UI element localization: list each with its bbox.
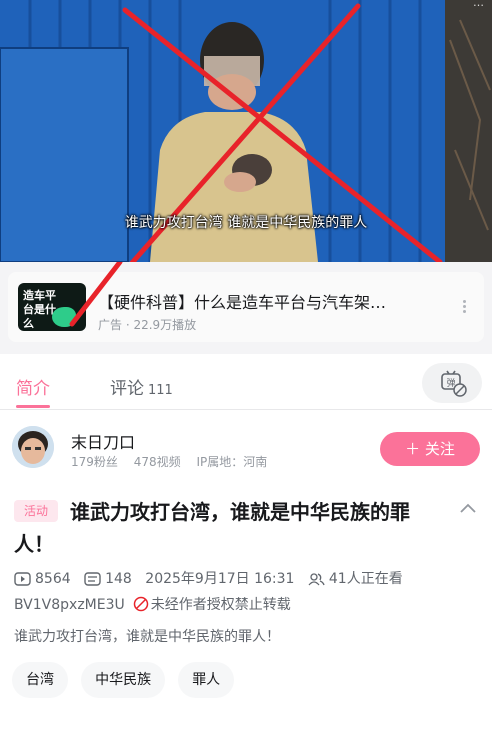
- video-description: 谁武力攻打台湾，谁就是中华民族的罪人！: [14, 629, 280, 645]
- danmaku-count: 148: [105, 571, 132, 587]
- cross-overlay-line: [69, 262, 123, 327]
- uploader-fans: 179粉丝: [71, 455, 118, 469]
- watching-count: 41人正在看: [328, 571, 403, 587]
- activity-badge[interactable]: 活动: [14, 500, 58, 522]
- video-metrics: 8564 148 2025年9月17日 16:31 41人正在看: [14, 568, 412, 588]
- tag-item[interactable]: 罪人: [178, 662, 235, 698]
- no-repost-icon: [133, 596, 148, 612]
- danmaku-stat: 148: [84, 571, 132, 587]
- publish-datetime: 2025年9月17日 16:31: [145, 571, 295, 587]
- tag-list: 台湾 中华民族 罪人: [12, 662, 242, 698]
- uploader-ip: IP属地：河南: [196, 455, 268, 469]
- bv-line: BV1V8pxzME3U 未经作者授权禁止转载: [14, 594, 291, 614]
- video-title: 谁武力攻打台湾，谁就是中华民族的罪人！: [14, 500, 410, 556]
- views-stat: 8564: [14, 571, 71, 587]
- danmaku-count-icon: [84, 572, 101, 586]
- video-corner-text: …: [473, 0, 484, 9]
- uploader-videos: 478视频: [133, 455, 181, 469]
- uploader-stats: 179粉丝 478视频 IP属地：河南: [71, 453, 279, 470]
- tab-active-indicator: [16, 405, 50, 408]
- tab-comments-label: 评论: [110, 379, 144, 399]
- chevron-up-icon[interactable]: [458, 501, 478, 515]
- follow-button[interactable]: ＋ 关注: [380, 432, 480, 466]
- watching-stat: 41人正在看: [308, 568, 403, 588]
- danmaku-off-icon: 弹: [441, 370, 467, 397]
- play-count-icon: [14, 572, 31, 586]
- video-subtitle: 谁武力攻打台湾 谁就是中华民族的罪人: [124, 215, 368, 231]
- views-count: 8564: [35, 571, 71, 587]
- tab-bar: 简介 评论 111 弹: [0, 354, 492, 410]
- tag-item[interactable]: 台湾: [12, 662, 68, 698]
- avatar[interactable]: [12, 426, 54, 468]
- copyright-notice: 未经作者授权禁止转载: [150, 597, 291, 613]
- tab-comments[interactable]: 评论 111: [110, 374, 173, 399]
- tag-item[interactable]: 中华民族: [81, 662, 166, 698]
- people-icon: [308, 573, 325, 586]
- tab-comments-count: 111: [148, 383, 173, 398]
- danmaku-toggle-button[interactable]: 弹: [422, 363, 482, 403]
- tab-intro[interactable]: 简介: [16, 374, 50, 399]
- video-player[interactable]: … 谁武力攻打台湾 谁就是中华民族的罪人: [0, 0, 492, 262]
- bvid[interactable]: BV1V8pxzME3U: [14, 597, 125, 613]
- uploader-name[interactable]: 末日刀口: [71, 429, 135, 453]
